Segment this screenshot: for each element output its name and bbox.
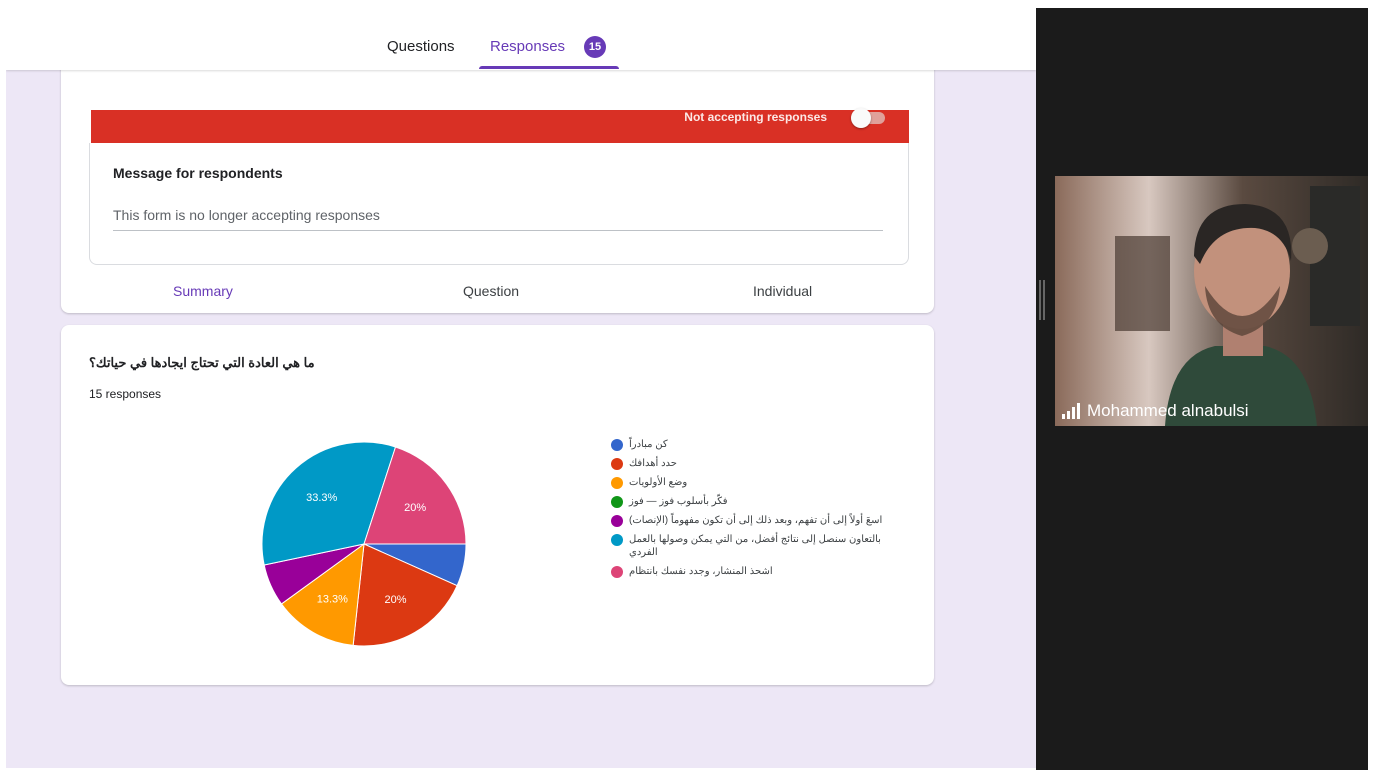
message-box: Message for respondents This form is no … <box>89 143 909 265</box>
legend-swatch <box>611 458 623 470</box>
legend-item: كن مبادراً <box>611 438 901 451</box>
responses-count-badge: 15 <box>584 36 606 58</box>
pie-slice-label: 33.3% <box>306 492 337 504</box>
legend-label: اسعَ أولاً إلى أن تفهم، وبعد ذلك إلى أن … <box>629 515 883 526</box>
legend-swatch <box>611 534 623 546</box>
legend-label: فكّر بأسلوب فوز — فوز <box>629 496 728 507</box>
question-title: ما هي العادة التي تحتاج ايجادها في حياتك… <box>89 355 315 370</box>
toggle-knob[interactable] <box>851 108 871 128</box>
legend-label: اشحذ المنشار، وجدد نفسك بانتظام <box>629 566 773 577</box>
question-summary-card: ما هي العادة التي تحتاج ايجادها في حياتك… <box>61 325 934 685</box>
participant-video-frame <box>1055 176 1368 426</box>
message-input-underline <box>113 230 883 231</box>
tab-questions[interactable]: Questions <box>387 38 455 55</box>
pie-slice-label: 20% <box>384 594 406 606</box>
message-label: Message for respondents <box>113 165 283 181</box>
signal-strength-icon <box>1062 403 1080 419</box>
legend-item: اسعَ أولاً إلى أن تفهم، وبعد ذلك إلى أن … <box>611 514 901 527</box>
screen: Questions Responses 15 Not accepting res… <box>0 0 1375 771</box>
legend-item: بالتعاون سنصل إلى نتائج أفضل، من التي يم… <box>611 533 901 559</box>
legend-swatch <box>611 496 623 508</box>
legend-label: حدد أهدافك <box>629 458 677 469</box>
legend-label: بالتعاون سنصل إلى نتائج أفضل، من التي يم… <box>629 534 881 558</box>
tab-responses[interactable]: Responses <box>490 38 565 55</box>
responses-settings-card: Not accepting responses Message for resp… <box>61 48 934 313</box>
chart-legend: كن مبادراً حدد أهدافك وضع الأولويات فكّر بأ… <box>611 438 901 584</box>
message-input[interactable]: This form is no longer accepting respons… <box>113 207 380 223</box>
video-call-panel: Mohammed alnabulsi <box>1036 8 1368 770</box>
forms-topbar: Questions Responses 15 <box>6 8 1036 70</box>
participant-name-label: Mohammed alnabulsi <box>1061 401 1249 421</box>
participant-video-tile[interactable]: Mohammed alnabulsi <box>1055 176 1368 426</box>
legend-label: وضع الأولويات <box>629 477 688 488</box>
pie-slice-label: 20% <box>404 502 426 514</box>
not-accepting-banner: Not accepting responses <box>91 108 909 143</box>
tab-summary[interactable]: Summary <box>173 283 233 299</box>
response-count: 15 responses <box>89 387 162 401</box>
legend-swatch <box>611 439 623 451</box>
legend-item: اشحذ المنشار، وجدد نفسك بانتظام <box>611 565 901 578</box>
active-tab-indicator <box>479 66 619 69</box>
pie-slice-label: 13.3% <box>317 594 348 606</box>
participant-name: Mohammed alnabulsi <box>1087 401 1249 420</box>
legend-item: حدد أهدافك <box>611 457 901 470</box>
legend-label: كن مبادراً <box>629 439 668 450</box>
pie-chart: 20% 13.3% 33.3% 20% <box>261 441 467 647</box>
legend-swatch <box>611 477 623 489</box>
forms-app: Questions Responses 15 Not accepting res… <box>6 8 1036 768</box>
accepting-responses-label: Not accepting responses <box>684 110 827 124</box>
tab-question[interactable]: Question <box>463 283 519 299</box>
legend-item: فكّر بأسلوب فوز — فوز <box>611 495 901 508</box>
legend-swatch <box>611 515 623 527</box>
panel-resize-handle[interactable] <box>1039 280 1045 320</box>
legend-swatch <box>611 566 623 578</box>
legend-item: وضع الأولويات <box>611 476 901 489</box>
tab-individual[interactable]: Individual <box>753 283 812 299</box>
